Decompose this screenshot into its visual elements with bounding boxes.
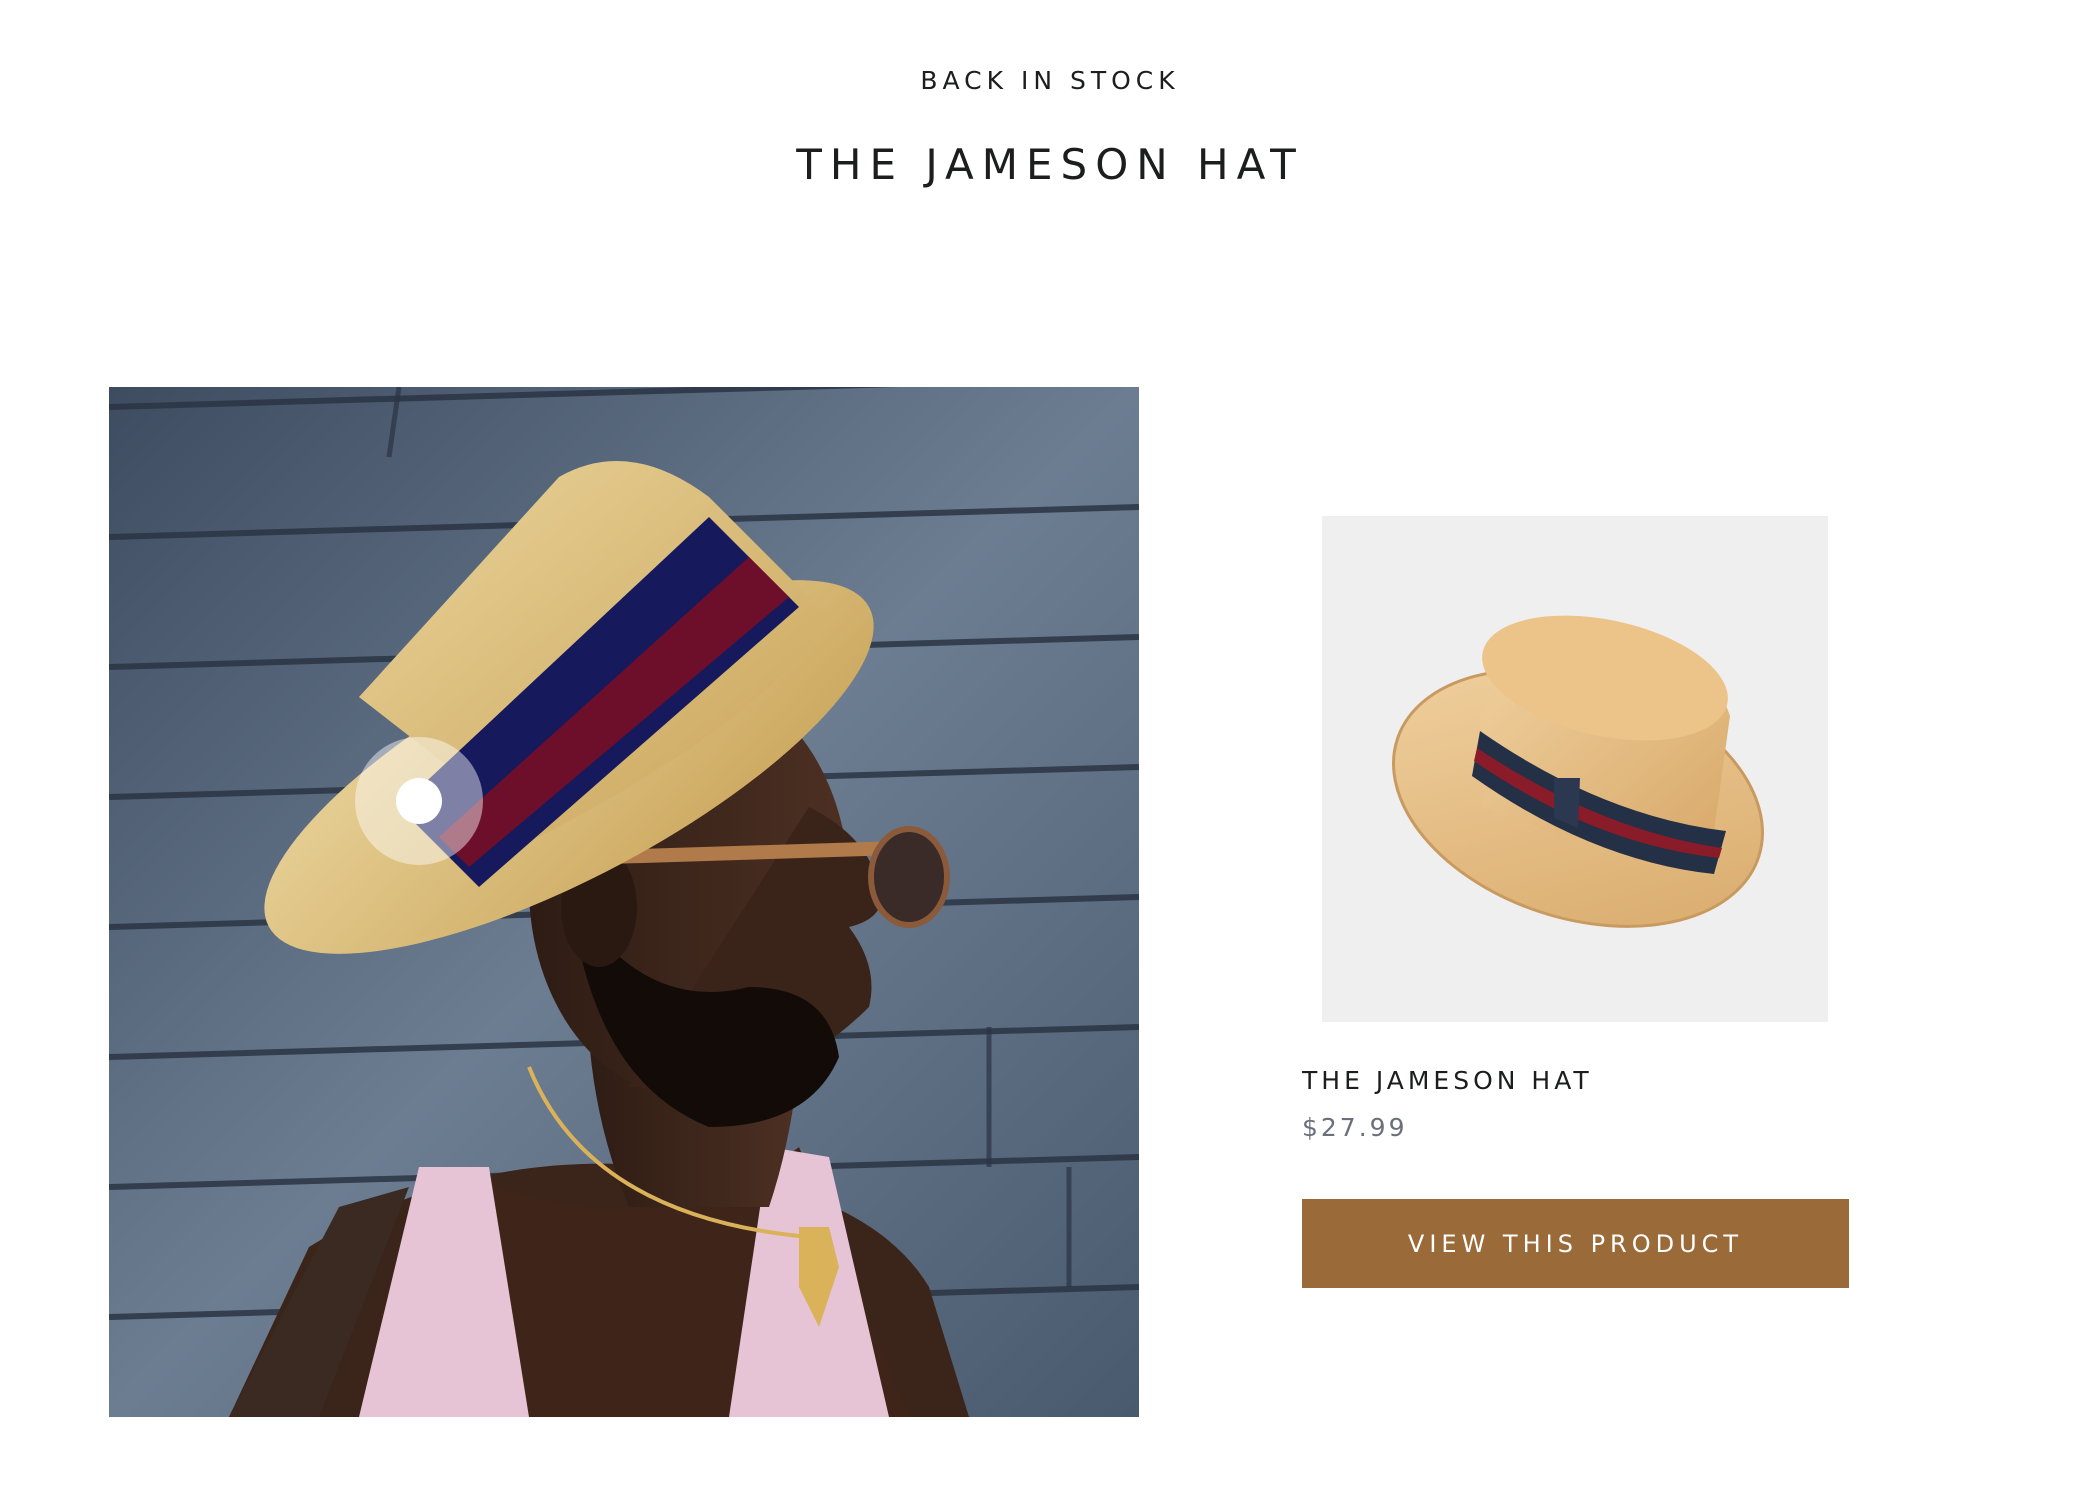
hotspot-dot: [396, 778, 442, 824]
section-eyebrow: BACK IN STOCK: [920, 66, 1180, 95]
product-hotspot[interactable]: [355, 737, 483, 865]
lifestyle-image: [109, 387, 1139, 1417]
product-price: $27.99: [1302, 1113, 1408, 1142]
section-headline: THE JAMESON HAT: [796, 140, 1304, 189]
view-product-button[interactable]: VIEW THIS PRODUCT: [1302, 1199, 1849, 1288]
product-title[interactable]: THE JAMESON HAT: [1302, 1066, 1593, 1095]
product-image[interactable]: [1322, 516, 1828, 1022]
featured-product-section: BACK IN STOCK THE JAMESON HAT THE JAMESO…: [0, 0, 2084, 1488]
